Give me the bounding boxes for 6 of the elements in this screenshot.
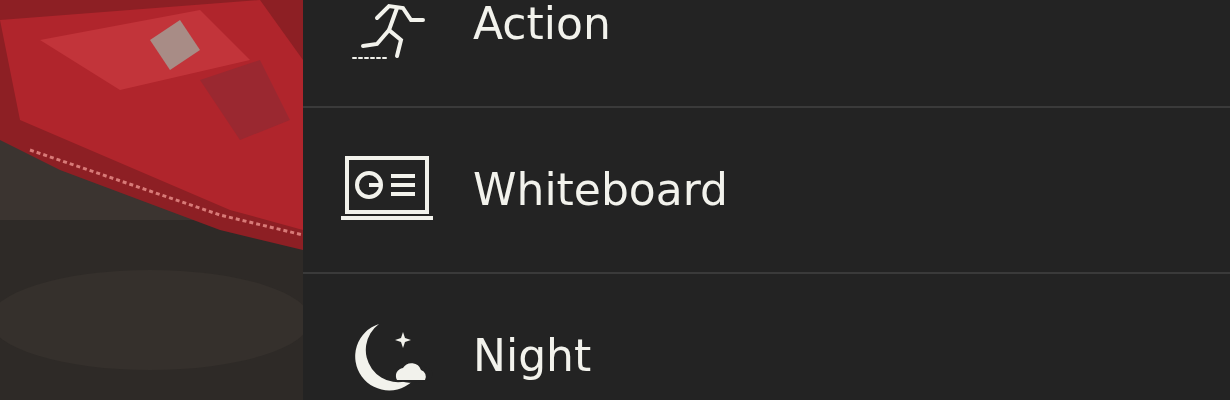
scene-mode-item[interactable]: Action xyxy=(303,0,1230,108)
scene-mode-label: Action xyxy=(473,0,611,51)
scene-mode-label: Whiteboard xyxy=(473,163,728,217)
scene-mode-label: Night xyxy=(473,329,592,383)
scene-mode-item[interactable]: Night xyxy=(303,274,1230,400)
scene-mode-item[interactable]: Whiteboard xyxy=(303,108,1230,274)
